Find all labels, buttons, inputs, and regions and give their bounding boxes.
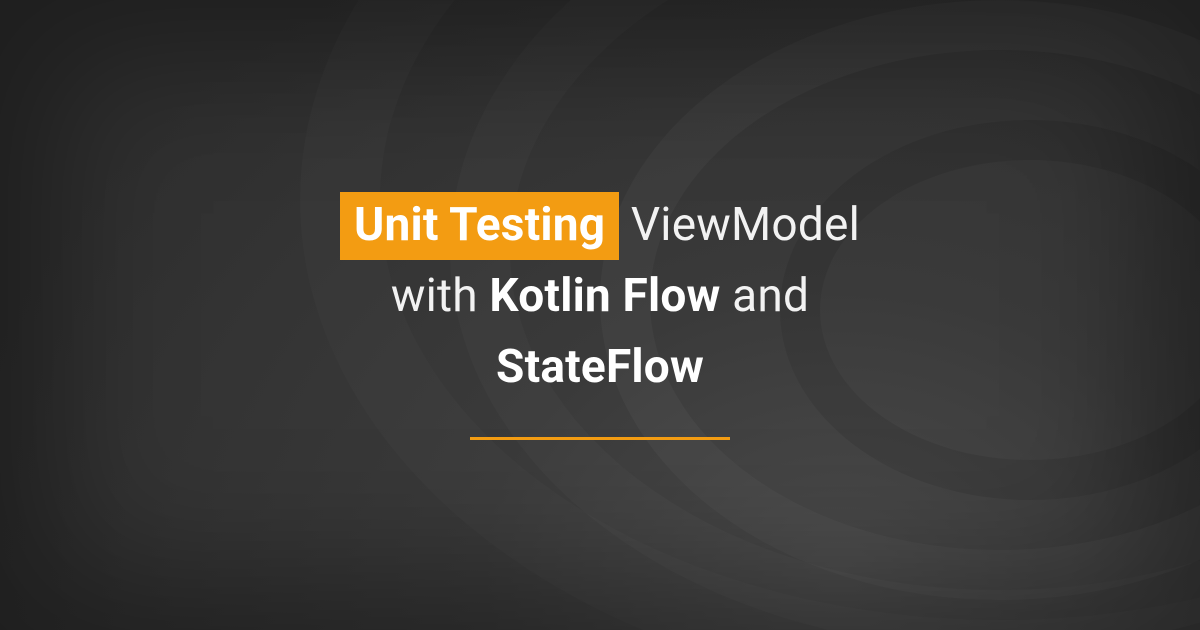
title-text: ViewModel: [619, 198, 860, 252]
title-text: and: [721, 269, 810, 323]
title: Unit Testing ViewModel with Kotlin Flow …: [340, 190, 860, 404]
title-highlight: Unit Testing: [340, 192, 619, 260]
title-bold: StateFlow: [496, 340, 704, 394]
title-text: with: [391, 269, 490, 323]
title-bold: Kotlin Flow: [489, 269, 720, 323]
accent-underline: [470, 437, 730, 440]
title-card: Unit Testing ViewModel with Kotlin Flow …: [0, 0, 1200, 630]
